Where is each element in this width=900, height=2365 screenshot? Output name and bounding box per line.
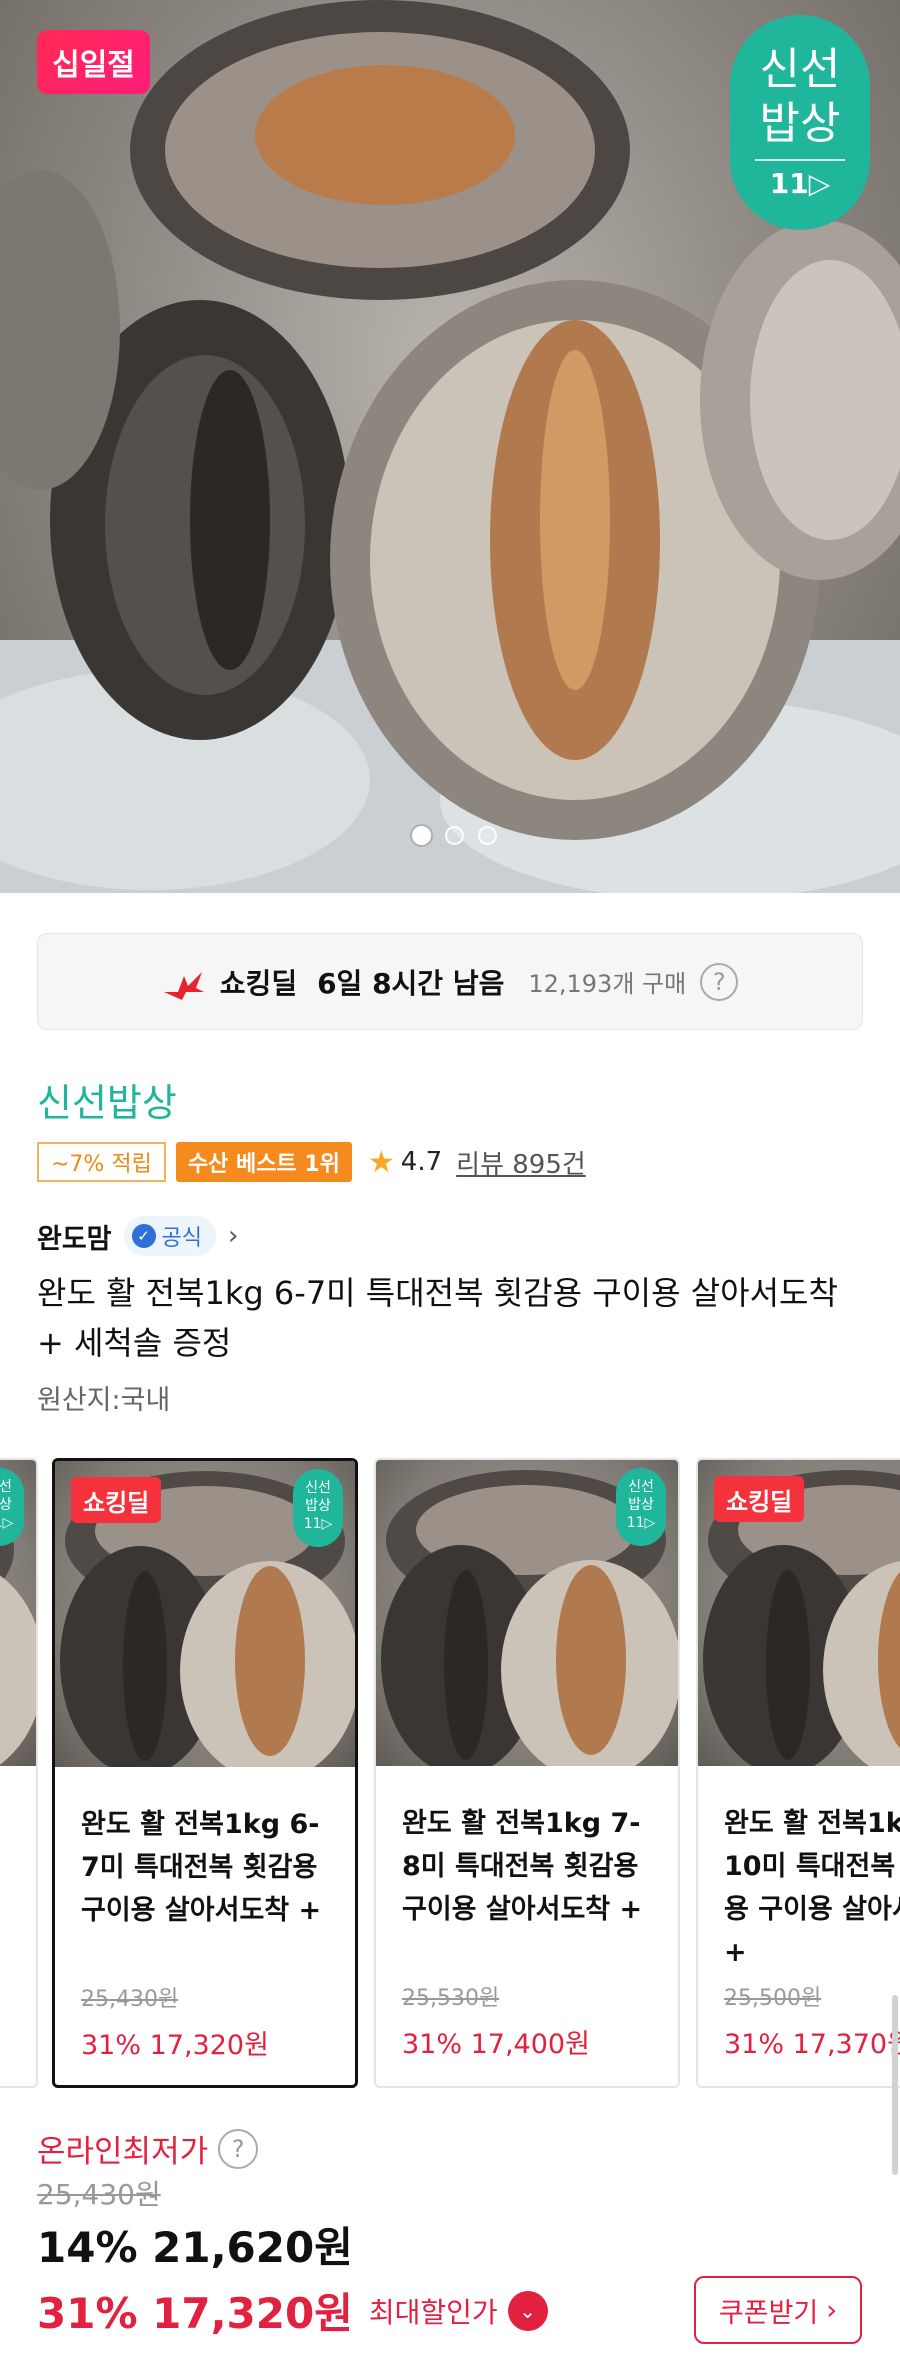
lowest-price-label: 온라인최저가 ? (37, 2126, 259, 2171)
list-price: 25,430원 (37, 2178, 161, 2211)
chevron-right-icon: › (826, 2294, 838, 2326)
option-old-price: 25,430원 (81, 1987, 179, 2012)
coupon-button-label: 쿠폰받기 (718, 2297, 819, 2329)
pager-dot-2[interactable] (445, 826, 464, 845)
chevron-down-icon[interactable]: ⌄ (507, 2290, 548, 2331)
fresh-badge-line2: 밥상 (759, 98, 841, 149)
fresh-badge-line3: 11▷ (769, 167, 831, 200)
official-badge: ✓ 공식 (123, 1216, 217, 1256)
fresh-badge-line1: 신선 (759, 44, 841, 95)
option-name: 완도 활 전복1kg 6-7미 특대전복 횟감용 구이용 살아서도착 + (81, 1809, 322, 1926)
lowest-price-help-icon[interactable]: ? (218, 2128, 259, 2169)
option-price: 31% 17,370원 (724, 2029, 900, 2060)
review-count-link[interactable]: 리뷰 895건 (456, 1144, 586, 1181)
shocking-deal-bar: 쇼킹딜 6일 8시간 남음 12,193개 구매 ? (37, 933, 863, 1030)
deal-title: 쇼킹딜 (219, 966, 298, 1000)
option-image: 쇼킹딜 (698, 1460, 900, 1766)
option-card[interactable]: 신선 밥상 11▷ 완도 활 전복1kg 7-8미 특대전복 횟감용 구이용 살아서… (374, 1458, 680, 2088)
page-scrollbar[interactable] (892, 1995, 898, 2175)
deal-time-left: 6일 8시간 남음 (317, 966, 505, 1000)
option-card-selected[interactable]: 쇼킹딜 신선 밥상 11▷ 완도 활 전복1kg 6-7미 특대전복 횟감용 구이용… (52, 1458, 358, 2088)
shocking-deal-tag: 쇼킹딜 (714, 1476, 805, 1522)
option-old-price: 25,530원 (402, 1986, 500, 2011)
deal-help-icon[interactable]: ? (700, 962, 739, 1001)
max-discount-price: 31% 17,320원 (37, 2289, 353, 2338)
rating-value: 4.7 (400, 1147, 443, 1177)
official-label: 공식 (161, 1226, 203, 1251)
mini-fresh-badge: 신선밥상11▷ (293, 1469, 343, 1547)
option-name: 완도 활 전복1kg 9-10미 특대전복 횟감용 구이용 살아서도착 + (724, 1808, 900, 1968)
fresh-badge-divider (755, 159, 845, 161)
option-image: 신선밥상11▷ (0, 1460, 36, 1766)
option-card[interactable]: 쇼킹딜 완도 활 전복1kg 9-10미 특대전복 횟감용 구이용 살아서도착 … (696, 1458, 900, 2088)
product-hero-image[interactable]: 십일절 신선 밥상 11▷ (0, 0, 900, 893)
reward-tag: ~7% 적립 (37, 1142, 166, 1182)
mini-fresh-badge: 신선밥상11▷ (616, 1468, 666, 1546)
option-price: 31% 17,320원 (81, 2030, 269, 2061)
option-carousel[interactable]: 신선밥상11▷ 쇼킹딜 신선밥상11▷ 완도 활 전복1kg 6-7미 특대전복… (0, 1456, 900, 2092)
image-pager[interactable] (412, 826, 497, 845)
pager-dot-1[interactable] (412, 826, 431, 845)
max-discount-label: 최대할인가 (368, 2295, 498, 2329)
deal-purchase-count: 12,193개 구매 (528, 970, 687, 998)
option-image: 쇼킹딜 신선 밥상 11▷ (55, 1461, 355, 1767)
lowest-price-text: 온라인최저가 (37, 2134, 209, 2170)
chevron-right-icon[interactable]: › (228, 1221, 238, 1251)
best-rank-tag[interactable]: 수산 베스트 1위 (175, 1142, 352, 1182)
option-name: 완도 활 전복1kg 7-8미 특대전복 횟감용 구이용 살아서도착 + (402, 1808, 643, 1925)
option-price: 31% 17,400원 (402, 2029, 590, 2060)
product-origin: 원산지:국내 (37, 1385, 171, 1416)
option-card[interactable]: 신선밥상11▷ (0, 1458, 38, 2088)
verified-check-icon: ✓ (131, 1224, 156, 1248)
shocking-deal-logo-icon (163, 971, 204, 1000)
seller-row[interactable]: 완도맘 ✓ 공식 › (37, 1216, 238, 1256)
star-icon: ★ (367, 1144, 395, 1180)
shocking-deal-tag: 쇼킹딜 (71, 1477, 162, 1523)
option-old-price: 25,500원 (724, 1986, 822, 2011)
brand-name[interactable]: 신선밥상 (37, 1072, 177, 1127)
option-image: 신선밥상11▷ (376, 1460, 678, 1766)
rating: ★ 4.7 (368, 1145, 442, 1180)
product-tags: ~7% 적립 수산 베스트 1위 ★ 4.7 리뷰 895건 (37, 1142, 586, 1182)
eleven-day-badge: 십일절 (37, 30, 150, 94)
product-title: 완도 활 전복1kg 6-7미 특대전복 횟감용 구이용 살아서도착 + 세척솔… (37, 1274, 838, 1362)
sale-price: 14% 21,620원 (37, 2223, 353, 2272)
fresh-table-badge: 신선 밥상 11▷ (730, 15, 870, 230)
seller-name[interactable]: 완도맘 (37, 1217, 112, 1256)
pager-dot-3[interactable] (478, 826, 497, 845)
get-coupon-button[interactable]: 쿠폰받기 › (694, 2276, 862, 2344)
max-discount-row[interactable]: 31% 17,320원 최대할인가 ⌄ (37, 2280, 548, 2341)
